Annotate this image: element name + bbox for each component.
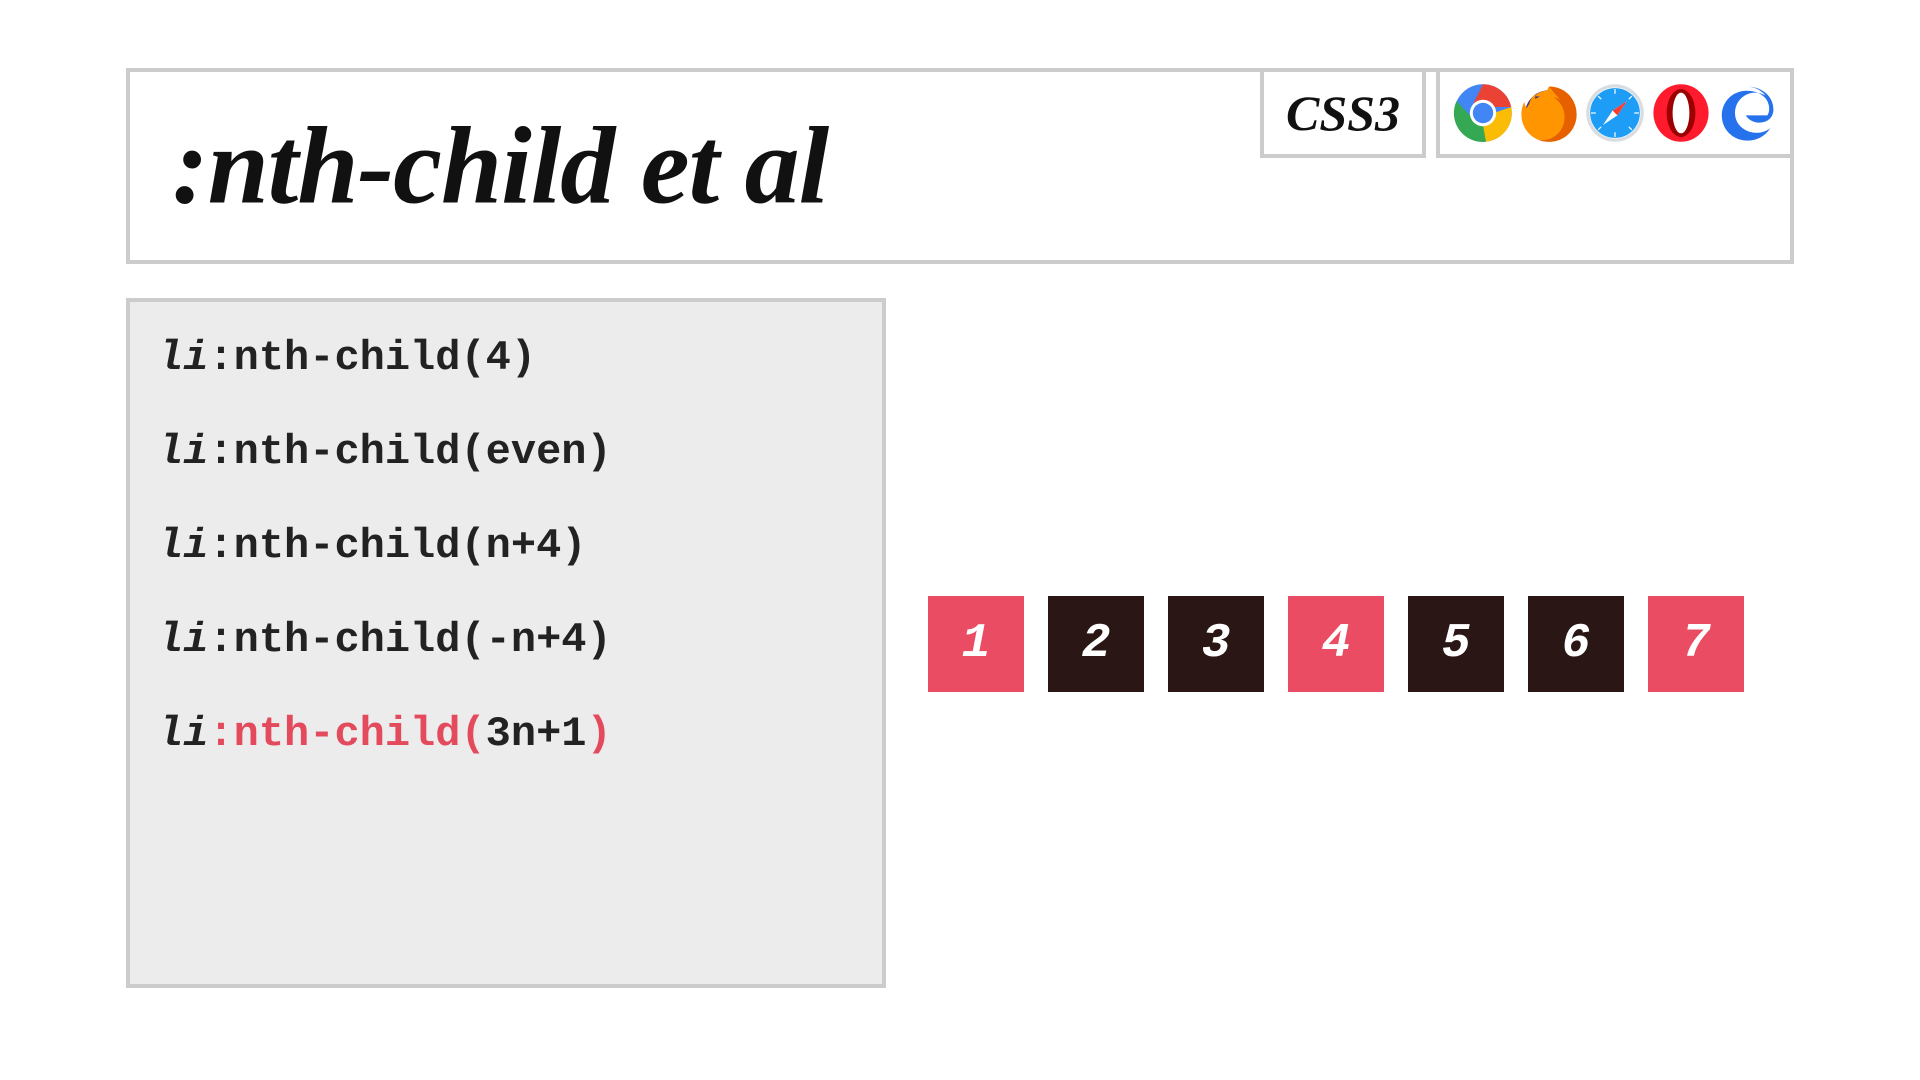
code-line: li:nth-child(4) xyxy=(158,334,854,382)
code-close: ) xyxy=(587,710,612,758)
code-arg: -n+4 xyxy=(486,616,587,664)
code-arg: 3n+1 xyxy=(486,710,587,758)
list-item-number: 1 xyxy=(962,617,991,671)
edge-icon xyxy=(1717,83,1777,143)
firefox-icon xyxy=(1519,83,1579,143)
code-selector: :nth-child( xyxy=(208,334,485,382)
list-item-number: 6 xyxy=(1562,617,1591,671)
demo-list: 1 2 3 4 5 6 7 xyxy=(928,596,1744,692)
code-selector: :nth-child( xyxy=(208,616,485,664)
opera-icon xyxy=(1651,83,1711,143)
code-line: li:nth-child(even) xyxy=(158,428,854,476)
code-line: li:nth-child(-n+4) xyxy=(158,616,854,664)
list-item-number: 5 xyxy=(1442,617,1471,671)
code-panel: li:nth-child(4) li:nth-child(even) li:nt… xyxy=(126,298,886,988)
list-item-number: 2 xyxy=(1082,617,1111,671)
code-arg: even xyxy=(486,428,587,476)
css-version-label: CSS3 xyxy=(1286,84,1400,142)
code-selector: :nth-child( xyxy=(208,522,485,570)
code-tag: li xyxy=(158,522,208,570)
code-close: ) xyxy=(587,616,612,664)
code-close: ) xyxy=(587,428,612,476)
list-item-matched: 4 xyxy=(1288,596,1384,692)
code-selector: :nth-child( xyxy=(208,428,485,476)
code-arg: n+4 xyxy=(486,522,562,570)
browser-support-badge xyxy=(1436,68,1794,158)
code-tag: li xyxy=(158,710,208,758)
list-item: 5 xyxy=(1408,596,1504,692)
safari-icon xyxy=(1585,83,1645,143)
list-item: 2 xyxy=(1048,596,1144,692)
code-line: li:nth-child(n+4) xyxy=(158,522,854,570)
page-title: :nth-child et al xyxy=(172,103,828,230)
code-arg: 4 xyxy=(486,334,511,382)
css-version-badge: CSS3 xyxy=(1260,68,1426,158)
list-item-matched: 1 xyxy=(928,596,1024,692)
header-panel: :nth-child et al CSS3 xyxy=(126,68,1794,264)
chrome-icon xyxy=(1453,83,1513,143)
code-line-active: li:nth-child(3n+1) xyxy=(158,710,854,758)
code-tag: li xyxy=(158,428,208,476)
list-item-number: 4 xyxy=(1322,617,1351,671)
list-item-number: 7 xyxy=(1682,617,1711,671)
code-close: ) xyxy=(511,334,536,382)
code-tag: li xyxy=(158,616,208,664)
list-item: 3 xyxy=(1168,596,1264,692)
code-close: ) xyxy=(561,522,586,570)
code-tag: li xyxy=(158,334,208,382)
list-item-matched: 7 xyxy=(1648,596,1744,692)
list-item: 6 xyxy=(1528,596,1624,692)
code-selector: :nth-child( xyxy=(208,710,485,758)
list-item-number: 3 xyxy=(1202,617,1231,671)
